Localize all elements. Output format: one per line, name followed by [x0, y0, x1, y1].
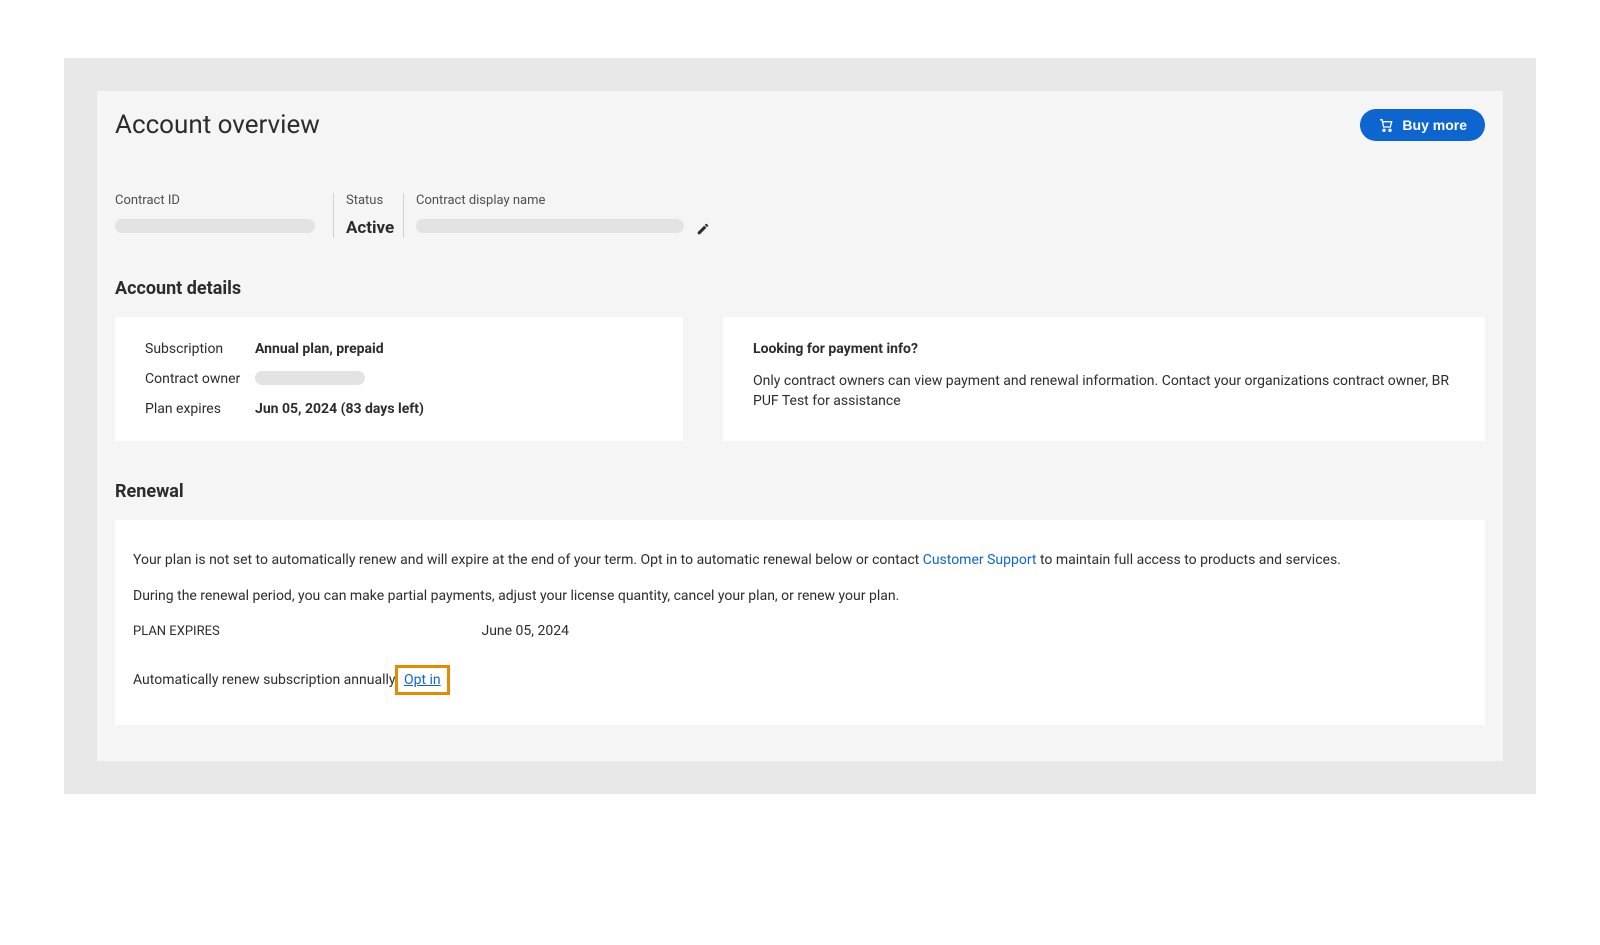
- renewal-card: Your plan is not set to automatically re…: [115, 520, 1485, 725]
- pencil-icon[interactable]: [696, 222, 710, 236]
- renewal-heading: Renewal: [115, 481, 1485, 502]
- opt-in-highlight: Opt in: [395, 665, 450, 695]
- renewal-line1-text-a: Your plan is not set to automatically re…: [133, 552, 923, 568]
- customer-support-link[interactable]: Customer Support: [923, 552, 1037, 568]
- account-details-heading: Account details: [115, 278, 1485, 299]
- payment-info-body: Only contract owners can view payment an…: [753, 371, 1455, 412]
- plan-expires-value: Jun 05, 2024 (83 days left): [255, 401, 424, 417]
- subscription-value: Annual plan, prepaid: [255, 341, 384, 357]
- contract-id-value: [115, 219, 315, 233]
- contract-display-name-value: [416, 219, 684, 233]
- contract-summary: Contract ID Status Active Contract displ…: [115, 193, 1485, 238]
- page-title: Account overview: [115, 110, 320, 140]
- status-label: Status: [346, 193, 391, 208]
- contract-id-label: Contract ID: [115, 193, 321, 208]
- buy-more-button[interactable]: Buy more: [1360, 109, 1485, 141]
- opt-in-link[interactable]: Opt in: [404, 672, 441, 688]
- plan-expires-label: Plan expires: [145, 401, 255, 417]
- buy-more-label: Buy more: [1402, 117, 1467, 133]
- renewal-line-1: Your plan is not set to automatically re…: [133, 550, 1467, 570]
- payment-info-card: Looking for payment info? Only contract …: [723, 317, 1485, 441]
- payment-info-heading: Looking for payment info?: [753, 341, 1455, 357]
- auto-renew-label: Automatically renew subscription annuall…: [133, 672, 396, 688]
- plan-expires-caps-label: PLAN EXPIRES: [133, 624, 478, 639]
- cart-icon: [1378, 117, 1394, 133]
- subscription-label: Subscription: [145, 341, 255, 357]
- contract-owner-value: [255, 371, 365, 385]
- plan-expires-date: June 05, 2024: [481, 623, 569, 639]
- account-details-card: Subscription Annual plan, prepaid Contra…: [115, 317, 683, 441]
- account-overview-panel: Account overview Buy more Contract ID St…: [97, 91, 1503, 761]
- renewal-line-2: During the renewal period, you can make …: [133, 586, 1467, 606]
- status-value: Active: [346, 218, 391, 238]
- contract-owner-label: Contract owner: [145, 371, 255, 387]
- renewal-line1-text-b: to maintain full access to products and …: [1037, 552, 1341, 568]
- contract-display-name-label: Contract display name: [416, 193, 710, 208]
